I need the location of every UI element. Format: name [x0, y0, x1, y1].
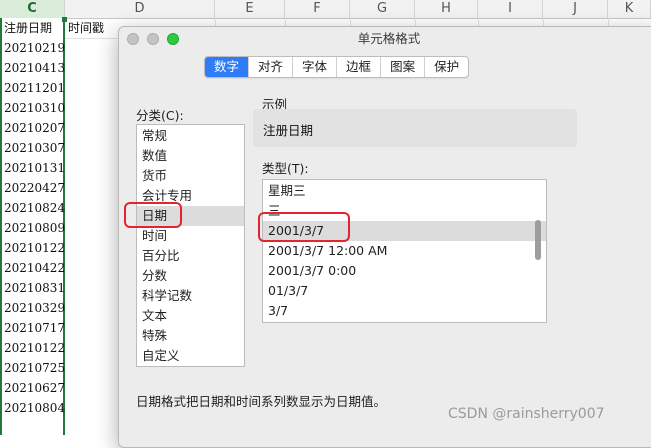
- column-header-g[interactable]: G: [350, 0, 415, 18]
- tab-pattern[interactable]: 图案: [381, 57, 426, 77]
- type-item[interactable]: 2001/3/7 0:00: [263, 261, 546, 281]
- format-cells-dialog: 单元格格式 数字 对齐 字体 边框 图案 保护 分类(C): 示例 注册日期 类…: [118, 26, 651, 448]
- column-header-i[interactable]: I: [478, 0, 543, 18]
- date-cell[interactable]: 20210219: [4, 38, 65, 58]
- type-list[interactable]: 星期三 三 2001/3/7 2001/3/7 12:00 AM 2001/3/…: [262, 179, 547, 323]
- tab-border[interactable]: 边框: [337, 57, 382, 77]
- date-cell[interactable]: 20210413: [4, 58, 65, 78]
- tab-number[interactable]: 数字: [205, 57, 250, 77]
- category-item[interactable]: 货币: [137, 166, 244, 186]
- category-label: 分类(C):: [136, 108, 184, 123]
- date-cell[interactable]: 20210422: [4, 258, 65, 278]
- date-cell[interactable]: 20210307: [4, 138, 65, 158]
- watermark: CSDN @rainsherry007: [448, 406, 605, 422]
- format-tabs: 数字 对齐 字体 边框 图案 保护: [204, 56, 470, 78]
- date-cell[interactable]: 20210122: [4, 338, 65, 358]
- category-list[interactable]: 常规 数值 货币 会计专用 日期 时间 百分比 分数 科学记数 文本 特殊 自定…: [136, 124, 245, 367]
- tab-font[interactable]: 字体: [293, 57, 338, 77]
- minimize-window-icon[interactable]: [147, 33, 159, 45]
- category-item[interactable]: 特殊: [137, 326, 244, 346]
- close-window-icon[interactable]: [127, 33, 139, 45]
- date-cell[interactable]: 20210824: [4, 198, 65, 218]
- type-item[interactable]: 3/7: [263, 301, 546, 321]
- date-cell[interactable]: 20210804: [4, 398, 65, 418]
- date-cell[interactable]: 20210831: [4, 278, 65, 298]
- zoom-window-icon[interactable]: [167, 33, 179, 45]
- type-list-scrollbar[interactable]: [535, 220, 541, 260]
- category-item[interactable]: 常规: [137, 126, 244, 146]
- date-cell[interactable]: 20210122: [4, 238, 65, 258]
- type-item[interactable]: 01/3/7: [263, 281, 546, 301]
- tab-protection[interactable]: 保护: [425, 57, 468, 77]
- date-cell[interactable]: 20210717: [4, 318, 65, 338]
- column-header-k[interactable]: K: [608, 0, 651, 18]
- cell-c1[interactable]: 注册日期: [4, 18, 52, 38]
- date-cell[interactable]: 20210131: [4, 158, 65, 178]
- category-item[interactable]: 文本: [137, 306, 244, 326]
- tab-alignment[interactable]: 对齐: [249, 57, 294, 77]
- date-cell[interactable]: 20210207: [4, 118, 65, 138]
- category-item[interactable]: 时间: [137, 226, 244, 246]
- type-item[interactable]: 三: [263, 201, 546, 221]
- category-item[interactable]: 科学记数: [137, 286, 244, 306]
- sample-box: 注册日期: [253, 109, 577, 147]
- date-cell[interactable]: 20210310: [4, 98, 65, 118]
- selection-fill-handle[interactable]: [62, 17, 67, 22]
- cell-d1[interactable]: 时间戳: [68, 18, 104, 38]
- category-item[interactable]: 自定义: [137, 346, 244, 366]
- column-header-e[interactable]: E: [215, 0, 285, 18]
- column-header-f[interactable]: F: [285, 0, 350, 18]
- type-label: 类型(T):: [262, 161, 309, 176]
- column-header-c[interactable]: C: [0, 0, 65, 18]
- selected-column-c[interactable]: 注册日期 20210219 20210413 20211201 20210310…: [0, 18, 65, 435]
- date-cell[interactable]: 20210329: [4, 298, 65, 318]
- date-cell[interactable]: 20220427: [4, 178, 65, 198]
- column-header-row: C D E F G H I J K: [0, 0, 651, 19]
- type-item-selected[interactable]: 2001/3/7: [263, 221, 546, 241]
- sample-value: 注册日期: [263, 123, 314, 138]
- date-cell[interactable]: 20210809: [4, 218, 65, 238]
- category-item[interactable]: 分数: [137, 266, 244, 286]
- category-item[interactable]: 百分比: [137, 246, 244, 266]
- date-cell[interactable]: 20211201: [4, 78, 65, 98]
- column-header-d[interactable]: D: [65, 0, 215, 18]
- type-item[interactable]: 2001/3/7 12:00 AM: [263, 241, 546, 261]
- category-item[interactable]: 会计专用: [137, 186, 244, 206]
- date-cell[interactable]: 20210627: [4, 378, 65, 398]
- type-item[interactable]: 星期三: [263, 181, 546, 201]
- category-item[interactable]: 数值: [137, 146, 244, 166]
- column-header-j[interactable]: J: [543, 0, 608, 18]
- format-description: 日期格式把日期和时间系列数显示为日期值。: [136, 394, 387, 409]
- dialog-title: 单元格格式: [357, 31, 421, 46]
- column-header-h[interactable]: H: [415, 0, 478, 18]
- category-item-selected[interactable]: 日期: [137, 206, 244, 226]
- date-cell[interactable]: 20210725: [4, 358, 65, 378]
